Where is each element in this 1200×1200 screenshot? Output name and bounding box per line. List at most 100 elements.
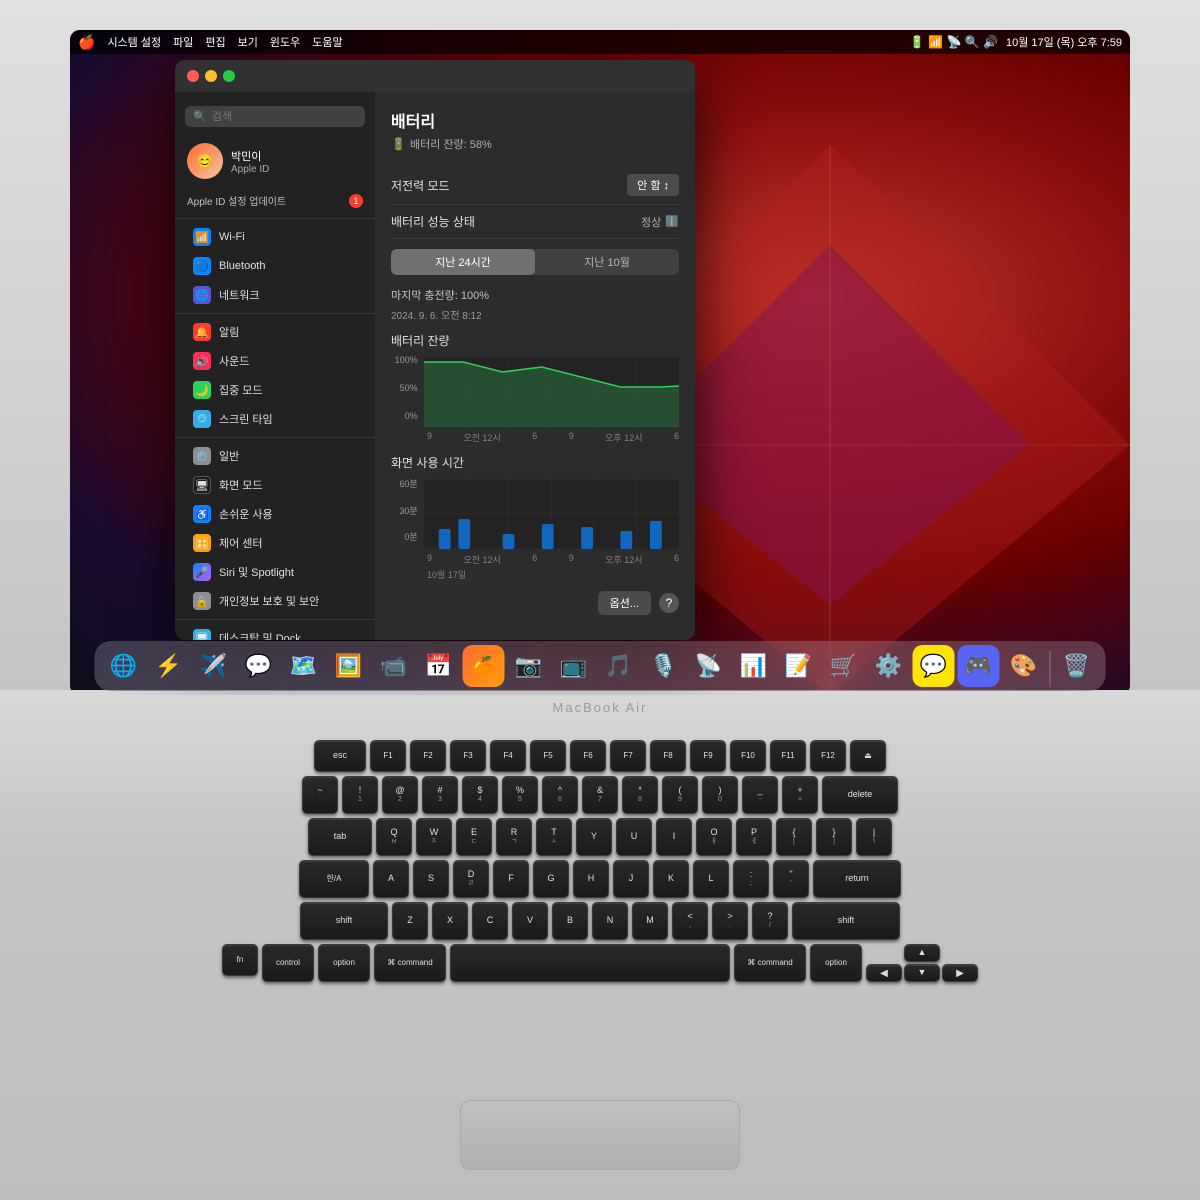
trackpad[interactable] [460,1100,740,1170]
key-h[interactable]: H [573,860,609,898]
dock-music[interactable]: 🎵 [598,645,640,687]
key-a[interactable]: A [373,860,409,898]
key-w[interactable]: Wㅈ [416,818,452,856]
dock-photos[interactable]: 🖼️ [328,645,370,687]
key-f[interactable]: F [493,860,529,898]
key-e[interactable]: Eㄷ [456,818,492,856]
key-d[interactable]: Dㄹ [453,860,489,898]
key-slash[interactable]: ?/ [752,902,788,940]
dock-creative[interactable]: 🎨 [1003,645,1045,687]
key-equals[interactable]: += [782,776,818,814]
dock-pages[interactable]: 📝 [778,645,820,687]
key-caps[interactable]: 한/A [299,860,369,898]
maximize-button[interactable] [223,70,235,82]
sidebar-item-access[interactable]: ♿ 손쉬운 사용 [181,500,369,528]
search-input[interactable] [212,111,357,123]
key-m[interactable]: M [632,902,668,940]
menu-help[interactable]: 도움말 [312,34,342,50]
sidebar-item-bluetooth[interactable]: 🔵 Bluetooth [181,252,369,280]
sidebar-item-siri[interactable]: 🎤 Siri 및 Spotlight [181,558,369,586]
dock-messages[interactable]: 💬 [238,645,280,687]
key-r[interactable]: Rㄱ [496,818,532,856]
sidebar-item-general[interactable]: ⚙️ 일반 [181,442,369,470]
key-tab[interactable]: tab [308,818,372,856]
key-9[interactable]: (9 [662,776,698,814]
search-box[interactable]: 🔍 [185,106,365,127]
key-1[interactable]: !1 [342,776,378,814]
close-button[interactable] [187,70,199,82]
sidebar-item-control[interactable]: 🎛 제어 센터 [181,529,369,557]
key-f11[interactable]: F11 [770,740,806,772]
key-up[interactable]: ▲ [904,944,940,962]
key-b[interactable]: B [552,902,588,940]
dock-facetime[interactable]: 📹 [373,645,415,687]
key-rbracket[interactable]: }] [816,818,852,856]
key-minus[interactable]: _- [742,776,778,814]
dock-calendar[interactable]: 📅 [418,645,460,687]
sidebar-item-privacy[interactable]: 🔒 개인정보 보호 및 보안 [181,587,369,615]
key-down[interactable]: ▼ [904,964,940,982]
key-q[interactable]: Qㅂ [376,818,412,856]
key-f1[interactable]: F1 [370,740,406,772]
dock-contacts[interactable]: 🍊 [463,645,505,687]
key-n[interactable]: N [592,902,628,940]
key-left[interactable]: ◀ [866,964,902,982]
key-6[interactable]: ^6 [542,776,578,814]
low-power-btn[interactable]: 안 함 ↕ [627,174,679,196]
key-option-right[interactable]: option [810,944,862,982]
key-o[interactable]: Oㅐ [696,818,732,856]
key-y[interactable]: Y [576,818,612,856]
key-c[interactable]: C [472,902,508,940]
key-right[interactable]: ▶ [942,964,978,982]
menu-window[interactable]: 윈도우 [270,34,300,50]
key-command-left[interactable]: ⌘ command [374,944,446,982]
sidebar-item-dispmode[interactable]: 🖥 화면 모드 [181,471,369,499]
menu-edit[interactable]: 편집 [205,34,225,50]
key-f3[interactable]: F3 [450,740,486,772]
key-v[interactable]: V [512,902,548,940]
key-period[interactable]: >. [712,902,748,940]
key-return[interactable]: return [813,860,901,898]
dock-camera[interactable]: 📷 [508,645,550,687]
key-z[interactable]: Z [392,902,428,940]
key-f12[interactable]: F12 [810,740,846,772]
dock-launchpad[interactable]: ⚡ [148,645,190,687]
key-7[interactable]: &7 [582,776,618,814]
key-u[interactable]: U [616,818,652,856]
key-command-right[interactable]: ⌘ command [734,944,806,982]
apple-id-update[interactable]: Apple ID 설정 업데이트 1 [175,189,375,212]
key-2[interactable]: @2 [382,776,418,814]
menu-system[interactable]: 시스템 설정 [107,34,161,50]
menu-view[interactable]: 보기 [238,34,258,50]
key-f8[interactable]: F8 [650,740,686,772]
user-section[interactable]: 😊 박민이 Apple ID [175,137,375,185]
key-i[interactable]: I [656,818,692,856]
key-t[interactable]: Tㅅ [536,818,572,856]
key-0[interactable]: )0 [702,776,738,814]
dock-sysprefs[interactable]: ⚙️ [868,645,910,687]
key-f10[interactable]: F10 [730,740,766,772]
key-8[interactable]: *8 [622,776,658,814]
dock-maps[interactable]: 🗺️ [283,645,325,687]
sidebar-item-sound[interactable]: 🔊 사운드 [181,347,369,375]
key-backslash[interactable]: |\ [856,818,892,856]
key-f7[interactable]: F7 [610,740,646,772]
dock-appstore[interactable]: 🛒 [823,645,865,687]
dock-podcasts[interactable]: 🎙️ [643,645,685,687]
options-button[interactable]: 옵션... [598,591,651,615]
dock-trash[interactable]: 🗑️ [1056,645,1098,687]
sidebar-item-alarm[interactable]: 🔔 알림 [181,318,369,346]
sidebar-item-wifi[interactable]: 📶 Wi-Fi [181,223,369,251]
key-g[interactable]: G [533,860,569,898]
key-3[interactable]: #3 [422,776,458,814]
tab-last10days[interactable]: 지난 10월 [535,249,679,275]
minimize-button[interactable] [205,70,217,82]
key-s[interactable]: S [413,860,449,898]
key-j[interactable]: J [613,860,649,898]
sidebar-item-focus[interactable]: 🌙 집중 모드 [181,376,369,404]
key-option-left[interactable]: option [318,944,370,982]
key-x[interactable]: X [432,902,468,940]
key-f9[interactable]: F9 [690,740,726,772]
key-f6[interactable]: F6 [570,740,606,772]
key-lbracket[interactable]: {[ [776,818,812,856]
